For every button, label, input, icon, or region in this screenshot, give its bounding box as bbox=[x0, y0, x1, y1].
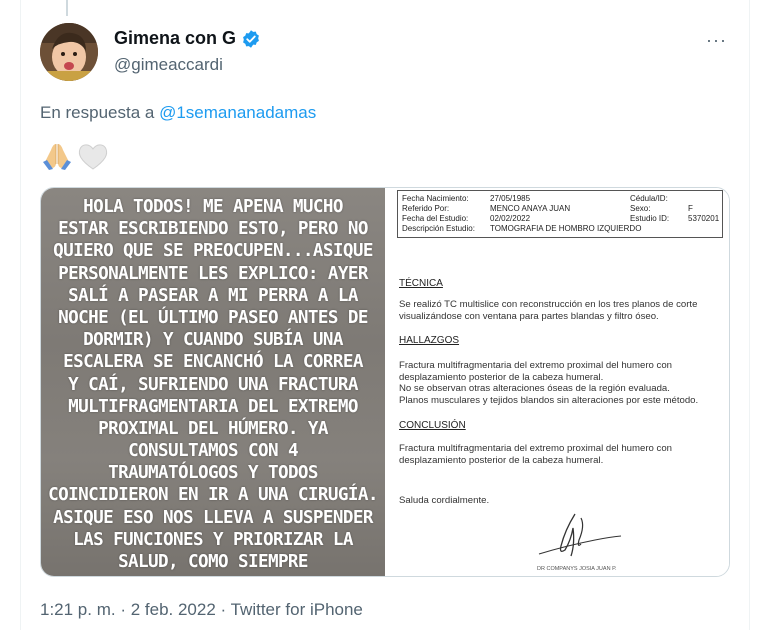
story-line: PERSONALMENTE LES EXPLICO: AYER bbox=[58, 263, 368, 284]
thread-connector bbox=[66, 0, 68, 16]
section-conclusion-body: Fractura multifragmentaria del extremo p… bbox=[399, 443, 729, 466]
white-heart-icon bbox=[78, 144, 108, 170]
story-line: MULTIFRAGMENTARIA DEL EXTREMO bbox=[68, 396, 358, 417]
column-border-left bbox=[20, 0, 21, 630]
story-screenshot: HOLA TODOS! ME APENA MUCHO ESTAR ESCRIBIE… bbox=[41, 188, 385, 576]
section-tecnica-title: TÉCNICA bbox=[399, 278, 443, 289]
report-header: Fecha Nacimiento: 27/05/1985 Cédula/ID: … bbox=[397, 190, 723, 238]
medical-report-image: Fecha Nacimiento: 27/05/1985 Cédula/ID: … bbox=[385, 188, 729, 576]
tweet-date: 2 feb. 2022 bbox=[130, 600, 216, 619]
section-tecnica-body: Se realizó TC multislice con reconstrucc… bbox=[399, 299, 729, 322]
separator: · bbox=[115, 600, 131, 619]
pray-emoji-icon bbox=[43, 144, 71, 170]
signature-icon bbox=[538, 513, 622, 557]
value-fecha-estudio: 02/02/2022 bbox=[490, 214, 531, 223]
story-line: ASIQUE ESO NOS LLEVA A SUSPENDER bbox=[53, 507, 373, 528]
tweet-text bbox=[40, 140, 110, 172]
story-line: QUIERO QUE SE PREOCUPEN...ASIQUE bbox=[53, 241, 373, 262]
section-conclusion-title: CONCLUSIÓN bbox=[399, 420, 466, 431]
section-hallazgos-title: HALLAZGOS bbox=[399, 335, 460, 346]
value-estudio-id: 5370201 bbox=[688, 214, 720, 223]
story-line: SALÍ A PASEAR A MI PERRA A LA bbox=[68, 285, 358, 306]
reply-context: En respuesta a @1semananadamas bbox=[40, 103, 316, 123]
value-descripcion: TOMOGRAFIA DE HOMBRO IZQUIERDO bbox=[490, 224, 642, 233]
avatar[interactable] bbox=[40, 23, 98, 81]
story-line: ESCALERA SE ENCANCHÓ LA CORREA bbox=[63, 352, 363, 373]
author-handle[interactable]: @gimeaccardi bbox=[114, 55, 261, 75]
story-line: PROXIMAL DEL HÚMERO. YA bbox=[98, 418, 328, 439]
hallazgos-line: Fractura multifragmentaria del extremo p… bbox=[399, 360, 673, 371]
hallazgos-line: desplazamiento posterior de la cabeza hu… bbox=[399, 371, 604, 383]
reply-prefix: En respuesta a bbox=[40, 103, 155, 122]
tweet-time: 1:21 p. m. bbox=[40, 600, 116, 619]
label-estudio-id: Estudio ID: bbox=[630, 214, 670, 223]
author-name[interactable]: Gimena con G bbox=[114, 28, 236, 49]
label-referido: Referido Por: bbox=[402, 204, 450, 213]
story-line: Y CAÍ, SUFRIENDO UNA FRACTURA bbox=[68, 374, 358, 395]
story-line: SALUD, COMO SIEMPRE bbox=[118, 552, 308, 572]
column-border-right bbox=[749, 0, 750, 630]
tecnica-line: visualizándose con ventana para partes b… bbox=[399, 310, 659, 322]
label-sexo: Sexo: bbox=[630, 204, 651, 213]
story-line: DORMIR) Y CUANDO SUBÍA UNA bbox=[83, 330, 343, 351]
reply-to-link[interactable]: @1semananadamas bbox=[159, 103, 316, 122]
story-line: LAS FUNCIONES Y PRIORIZAR LA bbox=[73, 529, 353, 550]
story-text: HOLA TODOS! ME APENA MUCHO ESTAR ESCRIBIE… bbox=[41, 196, 385, 573]
label-fecha-nacimiento: Fecha Nacimiento: bbox=[402, 194, 469, 203]
value-fecha-nacimiento: 27/05/1985 bbox=[490, 194, 531, 203]
hallazgos-line: Planos musculares y tejidos blandos sin … bbox=[399, 394, 699, 406]
closing-text: Saluda cordialmente. bbox=[399, 495, 490, 506]
value-referido: MENCO ANAYA JUAN bbox=[490, 204, 571, 213]
story-line: COINCIDIERON EN IR A UNA CIRUGÍA. bbox=[48, 485, 378, 506]
story-line: NOCHE (EL ÚLTIMO PASEO ANTES DE bbox=[58, 307, 368, 328]
tecnica-line: Se realizó TC multislice con reconstrucc… bbox=[399, 299, 698, 310]
label-cedula: Cédula/ID: bbox=[630, 194, 668, 203]
tweet-author: Gimena con G @gimeaccardi bbox=[114, 28, 261, 75]
tweet-media[interactable]: HOLA TODOS! ME APENA MUCHO ESTAR ESCRIBIE… bbox=[40, 187, 730, 577]
value-sexo: F bbox=[688, 204, 693, 213]
story-line: HOLA TODOS! ME APENA MUCHO bbox=[83, 197, 343, 217]
conclusion-line: Fractura multifragmentaria del extremo p… bbox=[399, 443, 673, 454]
story-line: CONSULTAMOS CON 4 bbox=[128, 441, 298, 462]
label-descripcion: Descripción Estudio: bbox=[402, 224, 475, 233]
separator: · bbox=[215, 600, 231, 619]
hallazgos-line: No se observan otras alteraciones óseas … bbox=[399, 383, 670, 394]
signer-name: DR COMPANYS JOSIA JUAN P. bbox=[537, 566, 617, 572]
story-line: ESTAR ESCRIBIENDO ESTO, PERO NO bbox=[58, 219, 368, 240]
avatar-image bbox=[40, 23, 98, 81]
label-fecha-estudio: Fecha del Estudio: bbox=[402, 214, 469, 223]
tweet-source[interactable]: Twitter for iPhone bbox=[231, 600, 363, 619]
section-hallazgos-body: Fractura multifragmentaria del extremo p… bbox=[399, 360, 729, 406]
story-line: TRAUMATÓLOGOS Y TODOS bbox=[108, 463, 318, 484]
tweet-timestamp[interactable]: 1:21 p. m. · 2 feb. 2022 · Twitter for i… bbox=[40, 600, 363, 620]
more-options-button[interactable]: ··· bbox=[706, 30, 727, 51]
verified-badge-icon bbox=[241, 29, 261, 49]
conclusion-line: desplazamiento posterior de la cabeza hu… bbox=[399, 454, 604, 466]
